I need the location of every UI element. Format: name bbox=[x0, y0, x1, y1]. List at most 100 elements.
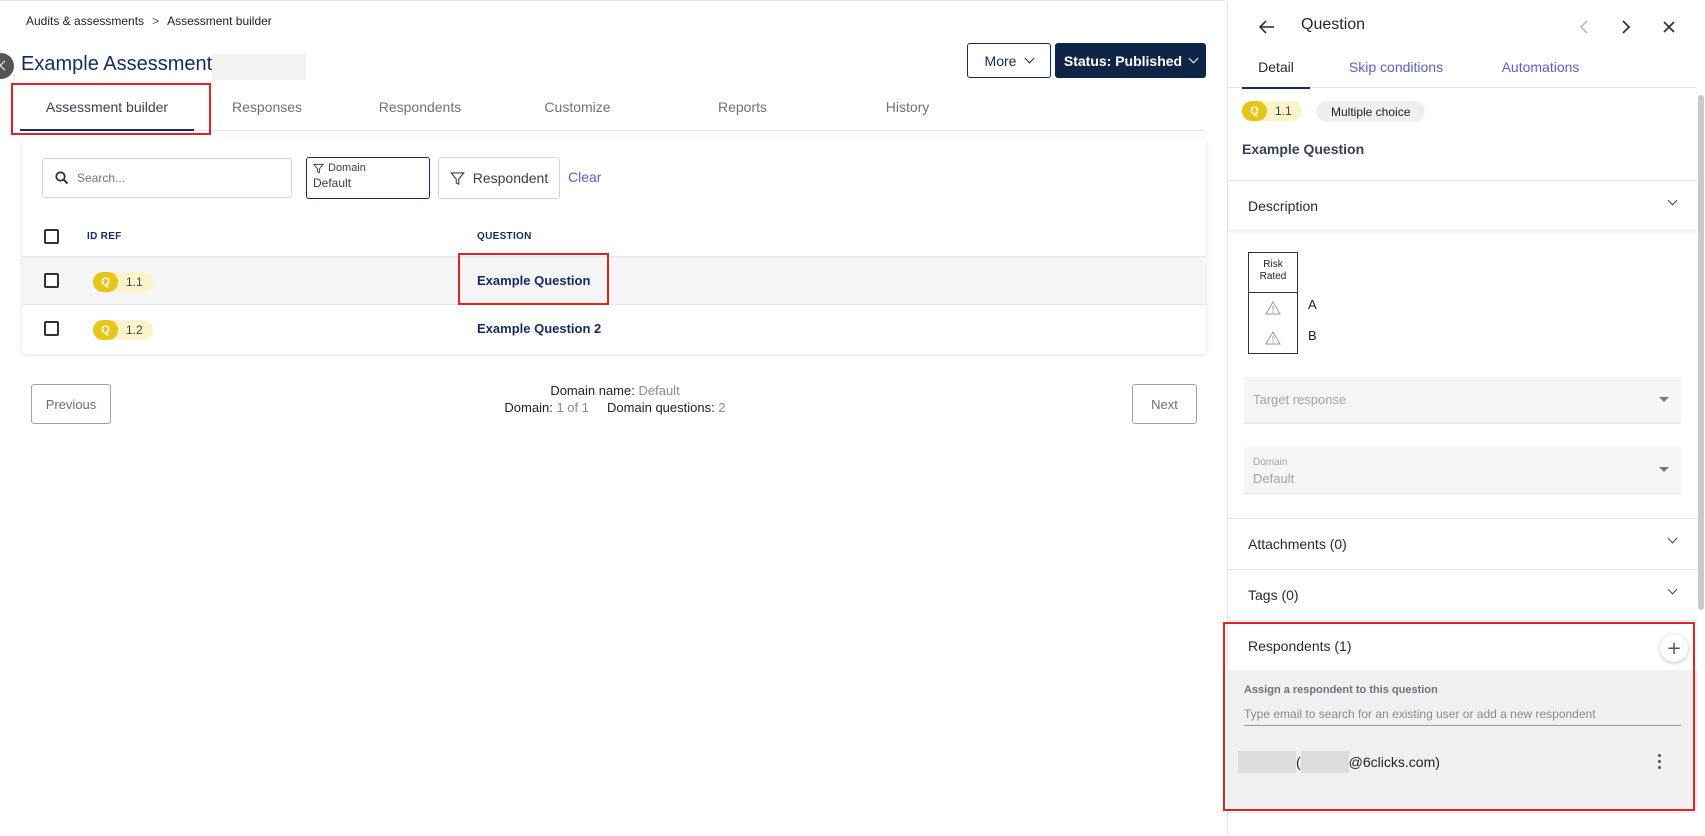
domain-label: Domain: bbox=[504, 400, 553, 415]
domain-name-line: Domain name: Default bbox=[440, 382, 790, 399]
answer-option-a: A bbox=[1308, 297, 1317, 312]
question-type-chip: Multiple choice bbox=[1316, 101, 1426, 122]
domain-select[interactable]: Domain Default bbox=[1244, 447, 1681, 494]
search-input[interactable] bbox=[77, 171, 277, 185]
domain-questions-count: 2 bbox=[718, 400, 726, 415]
more-button[interactable]: More bbox=[967, 43, 1051, 78]
tab-automations[interactable]: Automations bbox=[1473, 46, 1608, 88]
chevron-down-icon bbox=[1667, 533, 1678, 544]
question-type-icon: Q bbox=[1242, 101, 1267, 121]
panel-scrollbar[interactable] bbox=[1698, 95, 1704, 610]
breadcrumb-assessment-builder: Assessment builder bbox=[167, 14, 272, 28]
attachments-label: Attachments (0) bbox=[1248, 535, 1347, 552]
respondent-filter[interactable]: Respondent bbox=[438, 157, 560, 199]
question-id: 1.1 bbox=[1275, 104, 1292, 118]
answer-option-b: B bbox=[1308, 328, 1317, 343]
chevron-down-icon bbox=[1667, 195, 1678, 206]
main-content: Audits & assessments > Assessment builde… bbox=[0, 0, 1225, 836]
chevron-down-icon bbox=[1188, 53, 1199, 64]
column-header-id-ref: ID REF bbox=[87, 231, 122, 242]
respondent-filter-label: Respondent bbox=[472, 170, 549, 186]
collapse-sidebar-icon[interactable] bbox=[0, 53, 14, 79]
domain-filter-label: Domain bbox=[328, 162, 366, 174]
tab-skip-conditions[interactable]: Skip conditions bbox=[1331, 46, 1461, 88]
risk-cell[interactable] bbox=[1249, 323, 1297, 353]
risk-rated-table: Risk Rated bbox=[1248, 252, 1298, 354]
question-id-badge: Q 1.2 bbox=[93, 320, 153, 340]
more-label: More bbox=[984, 52, 1017, 69]
domain-filter[interactable]: Domain Default bbox=[306, 157, 430, 199]
target-response-placeholder: Target response bbox=[1253, 392, 1347, 407]
domain-filter-value: Default bbox=[313, 176, 352, 190]
status-label: Status: Published bbox=[1063, 52, 1183, 69]
filter-icon bbox=[313, 163, 324, 173]
chevron-right-icon: > bbox=[152, 14, 160, 28]
app-root: Audits & assessments > Assessment builde… bbox=[0, 0, 1705, 836]
domain-position: 1 of 1 bbox=[556, 400, 589, 415]
tags-label: Tags (0) bbox=[1248, 586, 1299, 603]
panel-tab-bar: Detail Skip conditions Automations bbox=[1228, 46, 1696, 89]
close-icon[interactable] bbox=[1662, 20, 1676, 34]
chevron-down-icon bbox=[1025, 53, 1035, 64]
breadcrumb: Audits & assessments > Assessment builde… bbox=[26, 14, 272, 28]
tab-respondents[interactable]: Respondents bbox=[340, 83, 500, 131]
question-link[interactable]: Example Question 2 bbox=[477, 321, 601, 336]
description-label: Description bbox=[1248, 197, 1319, 214]
domain-select-label: Domain bbox=[1253, 457, 1288, 468]
question-id-badge: Q 1.1 bbox=[1242, 101, 1302, 121]
rated-header-line: Rated bbox=[1259, 271, 1287, 282]
chevron-down-icon bbox=[1667, 584, 1678, 595]
question-type-icon: Q bbox=[93, 272, 118, 292]
table-row[interactable]: Q 1.1 Example Question bbox=[22, 256, 1206, 304]
warning-icon bbox=[1265, 331, 1281, 345]
tags-section[interactable]: Tags (0) bbox=[1228, 569, 1698, 619]
risk-rated-header: Risk Rated bbox=[1249, 253, 1297, 293]
risk-header-line: Risk bbox=[1263, 259, 1283, 270]
filter-icon bbox=[449, 171, 465, 185]
questions-card: Domain Default Respondent Clear ID REF Q… bbox=[22, 138, 1206, 354]
previous-button[interactable]: Previous bbox=[31, 384, 111, 424]
column-header-question: QUESTION bbox=[477, 231, 532, 242]
domain-name-value: Default bbox=[638, 383, 680, 398]
tab-customize[interactable]: Customize bbox=[500, 83, 655, 131]
page-title: Example Assessment bbox=[21, 53, 213, 75]
highlight-example-question bbox=[458, 253, 609, 305]
warning-icon bbox=[1265, 301, 1281, 315]
attachments-section[interactable]: Attachments (0) bbox=[1228, 518, 1698, 568]
highlight-assessment-builder-tab bbox=[11, 83, 211, 135]
select-all-checkbox[interactable] bbox=[44, 229, 59, 244]
tab-detail[interactable]: Detail bbox=[1242, 46, 1310, 89]
breadcrumb-audits[interactable]: Audits & assessments bbox=[26, 14, 144, 28]
status-button[interactable]: Status: Published bbox=[1055, 43, 1206, 78]
row-checkbox[interactable] bbox=[44, 321, 59, 336]
chevron-right-icon[interactable] bbox=[1619, 20, 1633, 34]
chevron-left-icon[interactable] bbox=[1577, 20, 1591, 34]
title-tag-placeholder bbox=[212, 54, 306, 80]
tab-history[interactable]: History bbox=[830, 83, 985, 131]
domain-questions-label: Domain questions: bbox=[607, 400, 715, 415]
question-type-icon: Q bbox=[93, 320, 118, 340]
next-button[interactable]: Next bbox=[1132, 384, 1197, 424]
clear-filters-link[interactable]: Clear bbox=[568, 169, 601, 185]
question-id-badge: Q 1.1 bbox=[93, 272, 153, 292]
domain-name-label: Domain name: bbox=[550, 383, 635, 398]
panel-title: Question bbox=[1301, 16, 1366, 33]
domain-select-value: Default bbox=[1253, 471, 1295, 486]
risk-cell[interactable] bbox=[1249, 293, 1297, 323]
tab-reports[interactable]: Reports bbox=[655, 83, 830, 131]
domain-stats-line: Domain: 1 of 1 Domain questions: 2 bbox=[440, 399, 790, 416]
tab-responses[interactable]: Responses bbox=[194, 83, 340, 131]
highlight-respondents-section bbox=[1223, 622, 1695, 811]
question-name: Example Question bbox=[1242, 141, 1365, 157]
arrow-left-icon[interactable] bbox=[1258, 18, 1276, 36]
row-checkbox[interactable] bbox=[44, 273, 59, 288]
table-row[interactable]: Q 1.2 Example Question 2 bbox=[22, 304, 1206, 352]
question-id: 1.1 bbox=[126, 275, 143, 289]
description-section[interactable]: Description bbox=[1228, 180, 1698, 230]
target-response-select[interactable]: Target response bbox=[1244, 377, 1681, 424]
divider bbox=[1228, 812, 1698, 813]
search-icon bbox=[55, 171, 69, 185]
dropdown-arrow-icon bbox=[1659, 467, 1669, 472]
search-box bbox=[42, 158, 292, 198]
question-id: 1.2 bbox=[126, 323, 143, 337]
